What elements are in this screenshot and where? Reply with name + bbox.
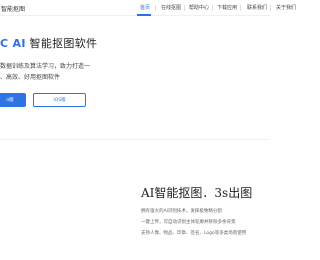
hero-description-line-1: 数据训练及算法学习，致力打造一: [0, 63, 91, 70]
hero-title: C AI 智能抠图软件: [0, 35, 97, 51]
nav-separator: [155, 5, 156, 11]
nav-separator: [270, 5, 271, 11]
download-primary-button[interactable]: n版: [0, 93, 26, 107]
hero-description-line-2: 、高效、好用抠图软件: [0, 74, 61, 81]
top-navbar: 智能抠图 首页 在线抠图 帮助中心 下载应用 联系我们 关于我们: [0, 0, 296, 16]
feature-description-line-1: 拥有强大的AI识别技术，发挥极致精分割: [141, 209, 222, 214]
hero-title-text: 智能抠图软件: [25, 37, 98, 50]
feature-description-line-3: 支持人像、物品、印章、签名、Logo等多类场景使用: [141, 231, 247, 236]
feature-description-line-2: 一键上传，可自动识别主体轮廓并移除多余背景: [141, 220, 236, 225]
nav-separator: [184, 5, 185, 11]
nav-active-underline: [137, 14, 151, 16]
brand-title[interactable]: 智能抠图: [1, 4, 25, 13]
download-primary-label: n版: [6, 98, 14, 103]
nav-separator: [212, 5, 213, 11]
nav-item-help-center[interactable]: 帮助中心: [189, 4, 209, 11]
section-divider: [0, 139, 270, 140]
feature-title: AI智能抠图．3s出图: [141, 186, 253, 200]
nav-item-about[interactable]: 关于我们: [276, 4, 296, 11]
nav-item-home[interactable]: 首页: [140, 4, 150, 11]
nav-item-download[interactable]: 下载应用: [217, 4, 237, 11]
nav-item-online-cutout[interactable]: 在线抠图: [161, 4, 181, 11]
download-ios-label: iOS版: [53, 98, 66, 103]
nav-item-contact[interactable]: 联系我们: [247, 4, 267, 11]
hero-title-accent: C AI: [0, 37, 26, 50]
download-ios-button[interactable]: iOS版: [33, 93, 86, 107]
nav-separator: [240, 5, 241, 11]
